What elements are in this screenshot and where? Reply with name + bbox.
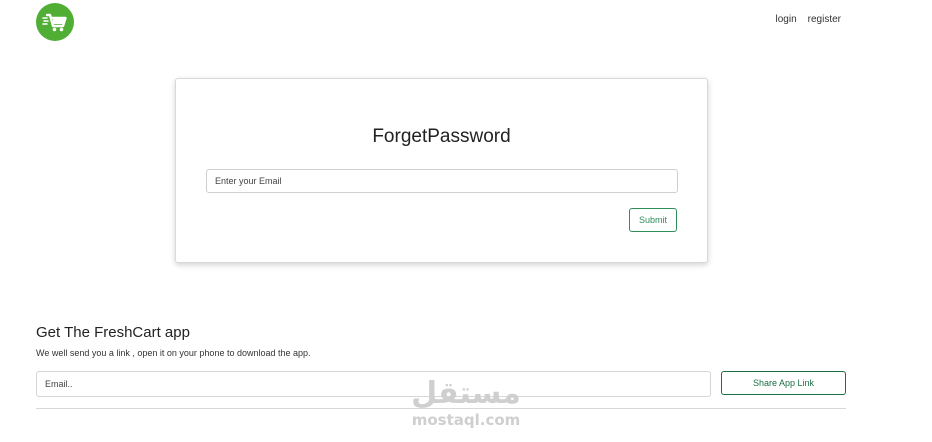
divider (36, 408, 846, 409)
share-app-link-button[interactable]: Share App Link (721, 371, 846, 395)
app-email-input[interactable] (36, 371, 711, 397)
submit-button[interactable]: Submit (629, 208, 677, 232)
page: login register ForgetPassword Submit Get… (0, 0, 932, 442)
nav-login-link[interactable]: login (776, 14, 797, 25)
app-section-description: We well send you a link , open it on you… (36, 348, 311, 358)
nav-register-link[interactable]: register (808, 14, 841, 25)
card-title: ForgetPassword (372, 126, 511, 147)
email-field[interactable] (206, 169, 678, 193)
forget-password-card: ForgetPassword Submit (175, 78, 708, 263)
watermark-latin: mostaql.com (411, 411, 521, 429)
app-section-title: Get The FreshCart app (36, 324, 190, 341)
nav-links: login register (776, 14, 842, 25)
shopping-cart-icon (42, 13, 67, 32)
logo[interactable] (36, 3, 74, 41)
